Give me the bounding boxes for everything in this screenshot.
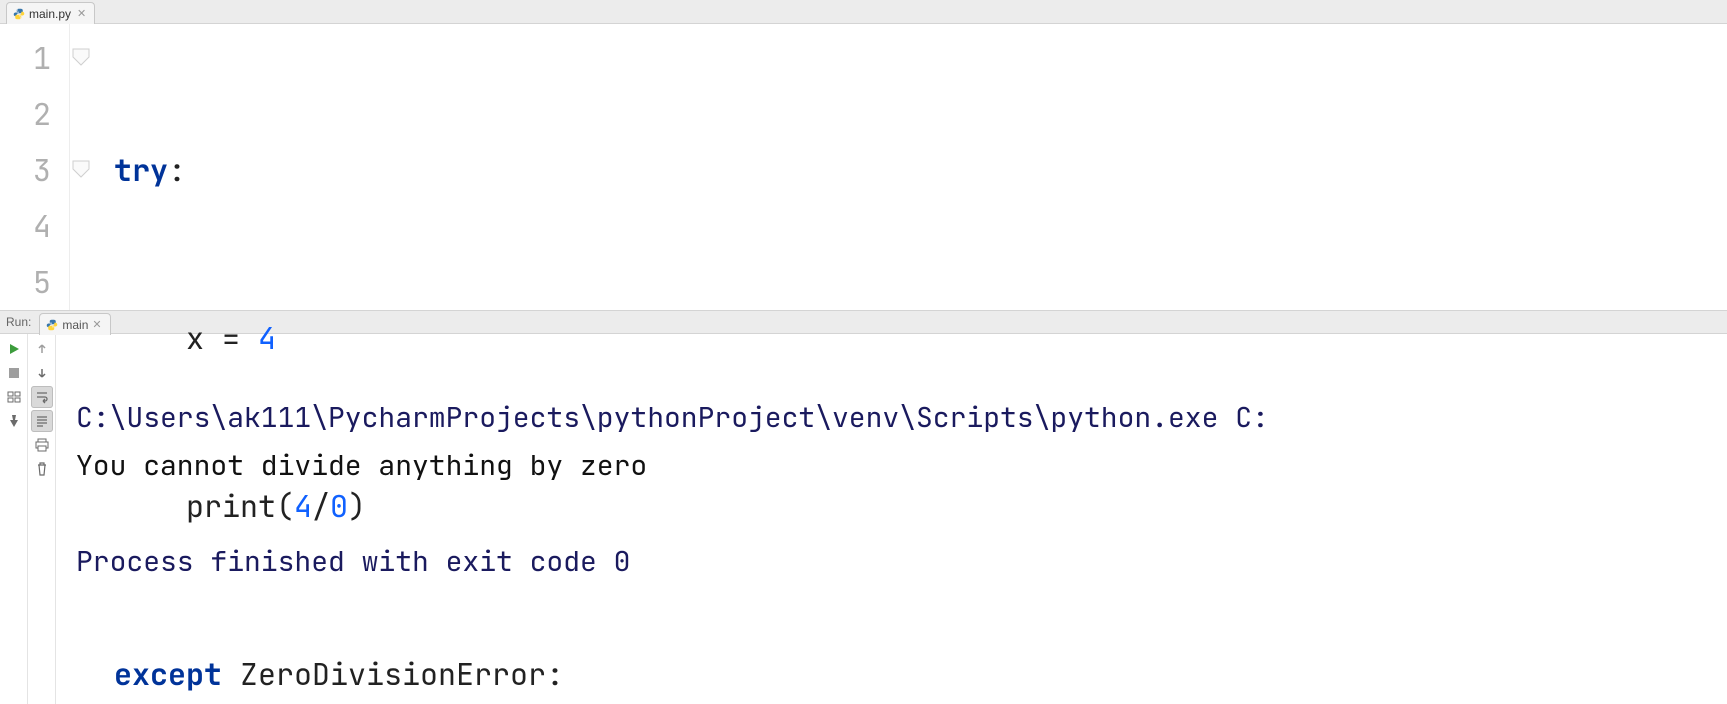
run-tool-window: C:\Users\ak111\PycharmProjects\pythonPro… — [0, 334, 1727, 704]
python-file-icon — [13, 8, 25, 20]
console-output[interactable]: C:\Users\ak111\PycharmProjects\pythonPro… — [56, 334, 1727, 704]
fold-marker-icon[interactable] — [70, 158, 92, 180]
editor-tab-bar: main.py ✕ — [0, 0, 1727, 24]
console-exit-line: Process finished with exit code 0 — [76, 543, 630, 580]
close-run-tab-icon[interactable]: ✕ — [92, 318, 101, 331]
editor-tab-main[interactable]: main.py ✕ — [6, 2, 95, 24]
code-content[interactable]: try: x = 4 print(4/0) except ZeroDivisio… — [114, 24, 1727, 310]
run-label: Run: — [0, 315, 39, 329]
fold-column — [70, 24, 114, 310]
console-command-line: C:\Users\ak111\PycharmProjects\pythonPro… — [76, 399, 1269, 436]
fold-marker-icon[interactable] — [70, 46, 92, 68]
line-number: 5 — [0, 254, 51, 310]
close-tab-icon[interactable]: ✕ — [77, 7, 86, 20]
python-file-icon — [46, 319, 58, 331]
run-tab-main[interactable]: main ✕ — [39, 313, 110, 335]
print-button[interactable] — [31, 434, 53, 456]
console-stdout-line: You cannot divide anything by zero — [76, 447, 647, 484]
keyword-try: try — [114, 150, 168, 190]
editor-tab-label: main.py — [29, 7, 71, 21]
stop-button[interactable] — [3, 362, 25, 384]
scroll-up-button[interactable] — [31, 338, 53, 360]
soft-wrap-button[interactable] — [31, 386, 53, 408]
layout-button[interactable] — [3, 386, 25, 408]
code-editor[interactable]: 1 2 3 4 5 try: x = 4 print(4/0) except Z… — [0, 24, 1727, 310]
scroll-to-end-button[interactable] — [31, 410, 53, 432]
run-side-toolbar-left — [0, 334, 28, 704]
line-number: 1 — [0, 30, 51, 86]
line-number: 3 — [0, 142, 51, 198]
line-number: 4 — [0, 198, 51, 254]
clear-all-button[interactable] — [31, 458, 53, 480]
pin-button[interactable] — [3, 410, 25, 432]
line-gutter: 1 2 3 4 5 — [0, 24, 70, 310]
line-number: 2 — [0, 86, 51, 142]
rerun-button[interactable] — [3, 338, 25, 360]
run-tab-label: main — [62, 318, 88, 332]
run-side-toolbar-right — [28, 334, 56, 704]
scroll-down-button[interactable] — [31, 362, 53, 384]
